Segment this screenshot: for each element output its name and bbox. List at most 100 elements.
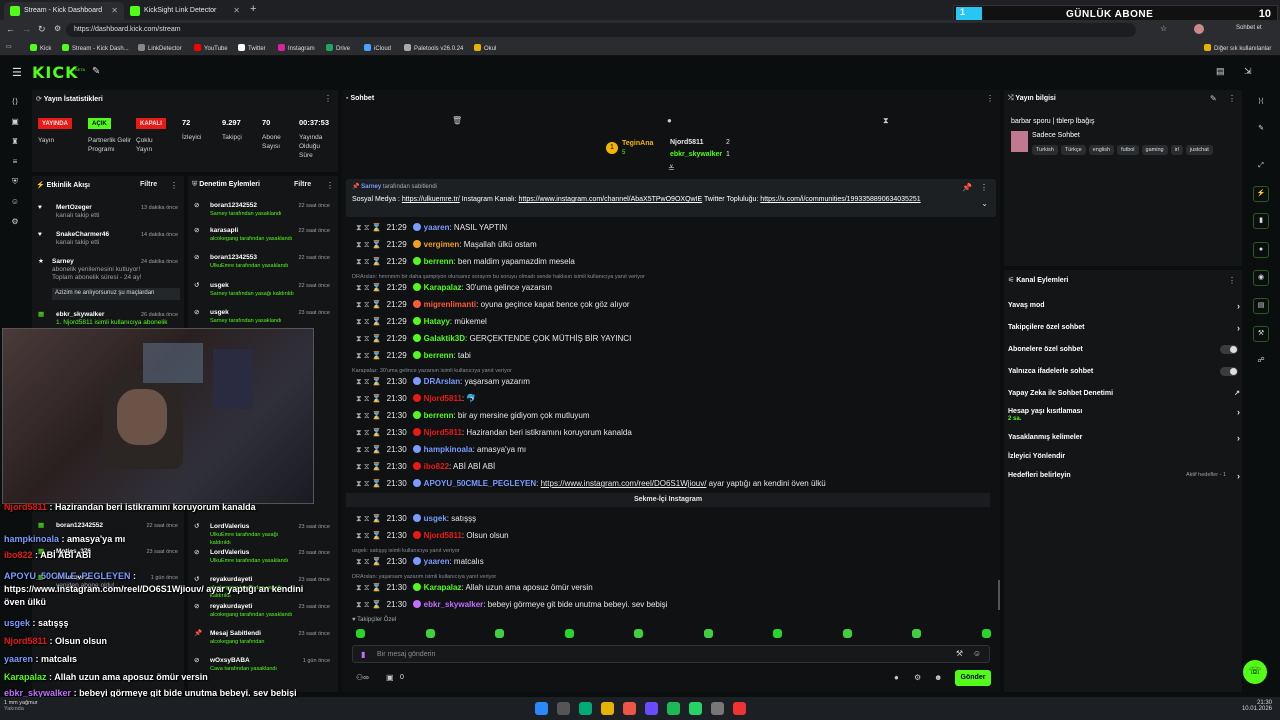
- message-username[interactable]: yaaren: [424, 223, 450, 232]
- chat-bubble-icon[interactable]: ●: [667, 116, 672, 125]
- emote-icon[interactable]: [634, 629, 643, 638]
- message-username[interactable]: berrenn: [424, 351, 454, 360]
- close-tab-icon[interactable]: ✕: [233, 6, 240, 15]
- mod-actions-icon[interactable]: ⧗ ⧖ ⌛: [356, 257, 382, 266]
- emoji-icon[interactable]: ☺: [973, 649, 981, 658]
- gifter-name[interactable]: ebkr_skywalker: [670, 151, 722, 158]
- shield-icon[interactable]: ⛨: [8, 177, 22, 191]
- message-username[interactable]: ibo822: [424, 462, 449, 471]
- bookmark-kick[interactable]: Kick: [30, 44, 51, 52]
- mod-actions-icon[interactable]: ⧗ ⧖ ⌛: [356, 223, 382, 232]
- more-icon[interactable]: ⋮: [324, 94, 332, 103]
- mod-actions-icon[interactable]: ⧗ ⧖ ⌛: [356, 428, 382, 437]
- url-field[interactable]: https://dashboard.kick.com/stream: [66, 23, 1136, 37]
- bookmark-twitter[interactable]: Twitter: [238, 44, 266, 52]
- chat-scrollbar[interactable]: [998, 580, 1000, 610]
- moderation-user[interactable]: usgek: [210, 282, 229, 289]
- moderation-user[interactable]: LordValerius: [210, 523, 249, 530]
- bookmark-linkdetector[interactable]: LinkDetector: [138, 44, 182, 52]
- more-icon[interactable]: ⋮: [1228, 276, 1236, 285]
- other-bookmarks[interactable]: Diğer sık kullanılanlar: [1204, 44, 1271, 52]
- unpin-icon[interactable]: 📌: [962, 183, 972, 192]
- stream-tag[interactable]: Turkish: [1032, 145, 1058, 155]
- mod-actions-icon[interactable]: ⧗ ⧖ ⌛: [356, 300, 382, 309]
- hourglass-icon[interactable]: ⧗: [883, 116, 889, 126]
- emote-icon[interactable]: [703, 629, 713, 638]
- moderation-user[interactable]: LordValerius: [210, 549, 249, 556]
- radio-icon[interactable]: ◉: [1253, 270, 1269, 286]
- search-icon[interactable]: [557, 702, 570, 715]
- tools-icon[interactable]: ✎: [92, 66, 100, 77]
- new-tab-icon[interactable]: +: [250, 3, 256, 15]
- category-name[interactable]: Sadece Sohbet: [1032, 132, 1080, 139]
- chevron-down-icon[interactable]: ⌄: [981, 199, 988, 208]
- action-8[interactable]: İzleyici Yönlendir: [1008, 453, 1240, 460]
- clock[interactable]: 21:30 10.01.2026: [1240, 700, 1272, 712]
- list-icon[interactable]: ≡: [8, 157, 22, 171]
- mod-actions-icon[interactable]: ⧗ ⧖ ⌛: [356, 445, 382, 454]
- external-link-icon[interactable]: ↗: [1234, 389, 1240, 397]
- action-7[interactable]: Yasaklanmış kelimeler ›: [1008, 433, 1240, 443]
- forward-icon[interactable]: →: [22, 24, 31, 34]
- top-gifter-name[interactable]: TeginAna: [622, 140, 653, 147]
- mod-actions-icon[interactable]: ⧗ ⧖ ⌛: [356, 334, 382, 343]
- moderation-user[interactable]: usgek: [210, 309, 229, 316]
- message-username[interactable]: Njord5811: [424, 394, 462, 403]
- edit-icon[interactable]: ✎: [1210, 94, 1217, 103]
- trophy-icon[interactable]: ♜: [8, 137, 22, 151]
- message-username[interactable]: berrenn: [424, 411, 454, 420]
- mod-actions-icon[interactable]: ⧗ ⧖ ⌛: [356, 377, 382, 386]
- message-username[interactable]: Karapalaz: [424, 283, 462, 292]
- app-icon[interactable]: [623, 702, 636, 715]
- emote-icon[interactable]: [356, 629, 365, 638]
- message-username[interactable]: Hatayy: [424, 317, 450, 326]
- expand-icon[interactable]: ⤢: [1253, 159, 1269, 175]
- mod-actions-icon[interactable]: ⧗ ⧖ ⌛: [356, 479, 382, 488]
- chevron-right-icon[interactable]: ›: [1237, 323, 1240, 333]
- bookmark-youtube[interactable]: YouTube: [194, 44, 228, 52]
- stream-tag[interactable]: justchat: [1185, 145, 1213, 155]
- users-icon[interactable]: ☍: [1253, 354, 1269, 370]
- action-3[interactable]: Abonelere özel sohbet: [1008, 345, 1240, 354]
- pin-link[interactable]: https://x.com/i/communities/199335889063…: [760, 196, 920, 203]
- moderation-user[interactable]: boran12342553: [210, 254, 257, 261]
- bookmarks-icon[interactable]: ▭: [6, 43, 12, 50]
- message-link[interactable]: https://www.instagram.com/reel/DO6S1Wjio…: [541, 479, 707, 488]
- spotify-icon[interactable]: [667, 702, 680, 715]
- message-username[interactable]: Njord5811: [424, 531, 462, 540]
- chevron-right-icon[interactable]: ›: [1237, 301, 1240, 311]
- pin-link[interactable]: https://www.instagram.com/channel/AbaX5T…: [519, 196, 703, 203]
- more-icon[interactable]: ⋮: [980, 183, 988, 192]
- mod-actions-icon[interactable]: ⧗ ⧖ ⌛: [356, 394, 382, 403]
- back-icon[interactable]: ←: [6, 24, 15, 34]
- message-username[interactable]: yaaren: [424, 557, 450, 566]
- mod-actions-icon[interactable]: ⧗ ⧖ ⌛: [356, 317, 382, 326]
- collapse-icon[interactable]: ⟨⟩: [8, 97, 22, 111]
- mod-actions-icon[interactable]: ⧗ ⧖ ⌛: [356, 283, 382, 292]
- layout-icon[interactable]: ▤: [1216, 66, 1225, 77]
- emote-icon[interactable]: [495, 629, 504, 638]
- kick-logo[interactable]: KICK: [32, 63, 79, 82]
- activity-filter-button[interactable]: Filtre: [140, 181, 157, 188]
- moderation-user[interactable]: boran12342552: [210, 202, 257, 209]
- bolt-icon[interactable]: ⚡: [1253, 186, 1269, 202]
- emote-icon[interactable]: [842, 629, 852, 638]
- more-icon[interactable]: ⋮: [986, 94, 994, 103]
- tab-kicksight[interactable]: KickSight Link Detector ✕: [124, 2, 246, 20]
- moderation-user[interactable]: Mesaj Sabitlendi: [210, 630, 261, 637]
- stream-tag[interactable]: futbol: [1117, 145, 1139, 155]
- more-icon[interactable]: ⋮: [326, 181, 334, 190]
- mod-actions-icon[interactable]: ⧗ ⧖ ⌛: [356, 240, 382, 249]
- pin-link[interactable]: https://ulkuemre.tr/: [402, 196, 460, 203]
- bookmark-instagram[interactable]: Instagram: [278, 44, 315, 52]
- tools-icon[interactable]: ⚒: [956, 649, 963, 658]
- file-icon[interactable]: ▮: [1253, 213, 1269, 229]
- chevron-right-icon[interactable]: ›: [1237, 471, 1240, 481]
- more-icon[interactable]: ⋮: [1228, 94, 1236, 103]
- message-username[interactable]: usgek: [424, 514, 447, 523]
- action-2[interactable]: Takipçilere özel sohbet ›: [1008, 323, 1240, 333]
- chevron-down-icon[interactable]: ≚: [668, 164, 675, 173]
- menu-icon[interactable]: ☰: [12, 66, 22, 79]
- chat-icon[interactable]: ●: [1253, 242, 1269, 258]
- gear-icon[interactable]: ⚙: [914, 673, 921, 682]
